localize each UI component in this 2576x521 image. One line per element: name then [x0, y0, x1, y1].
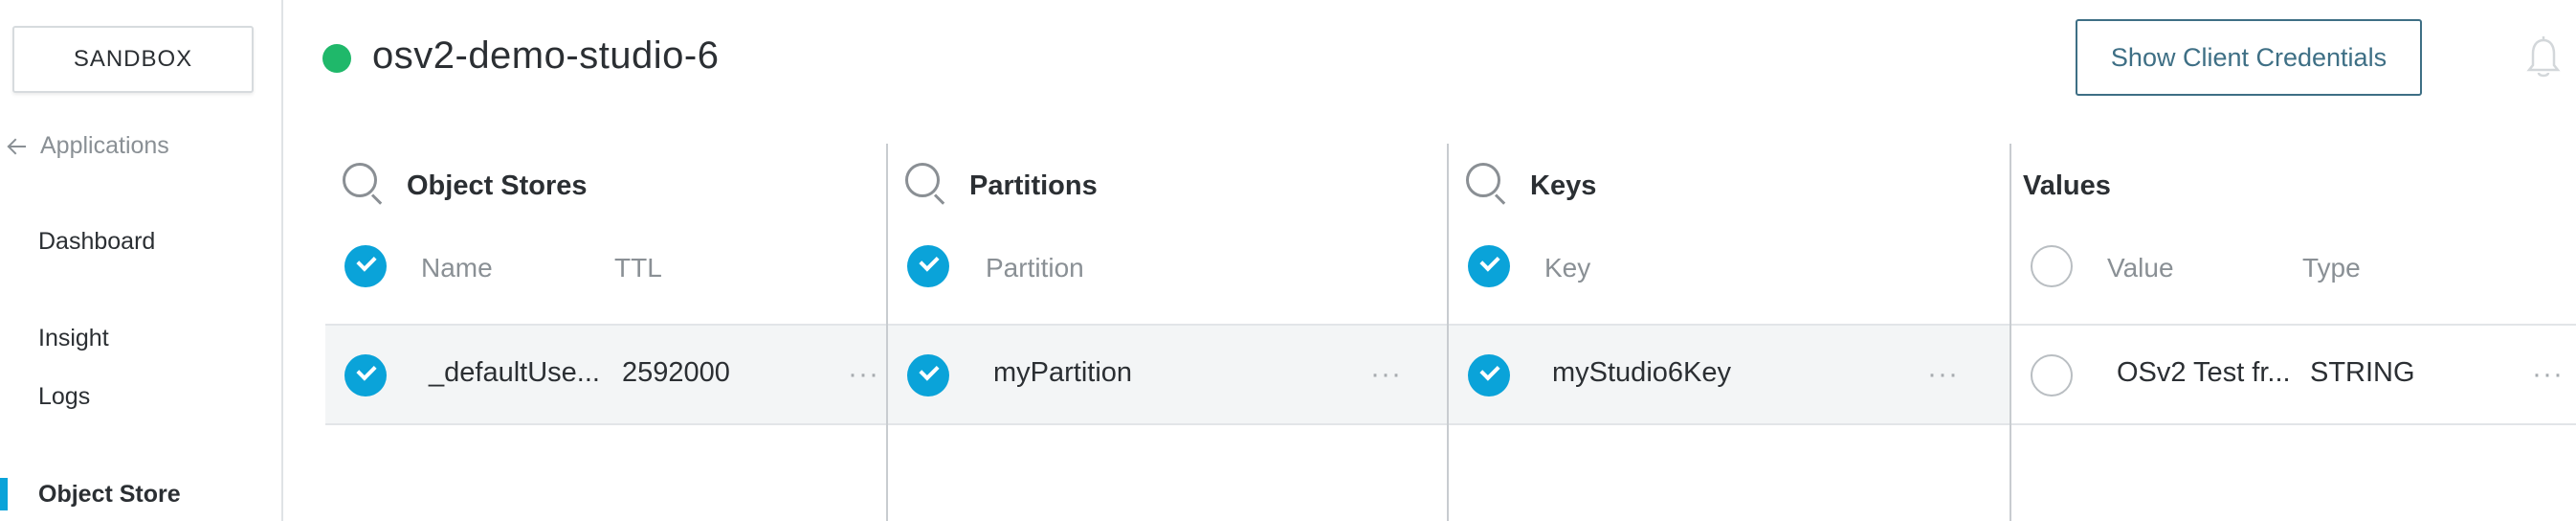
- environment-selector-button[interactable]: SANDBOX: [12, 26, 254, 93]
- row-checkbox[interactable]: [1468, 354, 1510, 396]
- column-header-key[interactable]: Key: [1544, 253, 1590, 283]
- sidebar-item-dashboard[interactable]: Dashboard: [38, 228, 155, 256]
- arrow-left-icon: [8, 137, 27, 156]
- search-icon[interactable]: [343, 163, 385, 207]
- column-header-row: Name TTL: [325, 239, 886, 293]
- sidebar-item-object-store[interactable]: Object Store: [38, 481, 181, 509]
- more-options-icon[interactable]: ···: [848, 358, 879, 391]
- sidebar-item-insight[interactable]: Insight: [38, 325, 109, 352]
- sidebar-item-logs[interactable]: Logs: [38, 383, 90, 411]
- more-options-icon[interactable]: ···: [2532, 358, 2564, 391]
- search-icon[interactable]: [905, 163, 947, 207]
- column-header-row: Value Type: [2011, 239, 2576, 293]
- page-title: osv2-demo-studio-6: [372, 34, 720, 77]
- select-all-checkbox[interactable]: [2031, 245, 2073, 287]
- value-type: STRING: [2310, 357, 2415, 388]
- column-header-value[interactable]: Value: [2107, 253, 2174, 283]
- active-indicator: [0, 478, 8, 510]
- more-options-icon[interactable]: ···: [1370, 358, 1402, 391]
- value-preview: OSv2 Test fr...: [2117, 357, 2291, 388]
- select-all-checkbox[interactable]: [907, 245, 949, 287]
- select-all-checkbox[interactable]: [344, 245, 387, 287]
- column-title: Values: [2023, 170, 2111, 201]
- column-header-type[interactable]: Type: [2302, 253, 2361, 283]
- show-client-credentials-button[interactable]: Show Client Credentials: [2076, 19, 2422, 96]
- row-checkbox[interactable]: [907, 354, 949, 396]
- column-title: Object Stores: [407, 170, 588, 201]
- table-row[interactable]: OSv2 Test fr... STRING ···: [2011, 324, 2576, 425]
- table-row[interactable]: _defaultUse... 2592000 ···: [325, 324, 886, 425]
- back-link-label: Applications: [40, 132, 169, 159]
- column-header-row: Key: [1449, 239, 2010, 293]
- more-options-icon[interactable]: ···: [1927, 358, 1959, 391]
- select-all-checkbox[interactable]: [1468, 245, 1510, 287]
- object-store-ttl: 2592000: [622, 357, 730, 388]
- column-header-name[interactable]: Name: [421, 253, 493, 283]
- object-stores-column: Object Stores Name TTL _defaultUse... 25…: [325, 144, 886, 521]
- back-to-applications-link[interactable]: Applications: [8, 132, 169, 160]
- row-checkbox[interactable]: [2031, 354, 2073, 396]
- object-store-name: _defaultUse...: [429, 357, 600, 388]
- sidebar: SANDBOX Applications Dashboard Insight L…: [0, 0, 283, 521]
- column-title: Keys: [1530, 170, 1597, 201]
- table-row[interactable]: myStudio6Key ···: [1449, 324, 2010, 425]
- values-column: Values Value Type OSv2 Test fr... STRING…: [2011, 144, 2576, 521]
- table-row[interactable]: myPartition ···: [888, 324, 1447, 425]
- key-name: myStudio6Key: [1552, 357, 1731, 388]
- bell-icon[interactable]: [2526, 36, 2561, 80]
- column-header-ttl[interactable]: TTL: [614, 253, 662, 283]
- search-icon[interactable]: [1466, 163, 1508, 207]
- row-checkbox[interactable]: [344, 354, 387, 396]
- partitions-column: Partitions Partition myPartition ···: [888, 144, 1447, 521]
- column-title: Partitions: [969, 170, 1098, 201]
- status-indicator: [322, 44, 351, 73]
- column-header-row: Partition: [888, 239, 1447, 293]
- partition-name: myPartition: [993, 357, 1133, 388]
- column-header-partition[interactable]: Partition: [986, 253, 1084, 283]
- keys-column: Keys Key myStudio6Key ···: [1449, 144, 2010, 521]
